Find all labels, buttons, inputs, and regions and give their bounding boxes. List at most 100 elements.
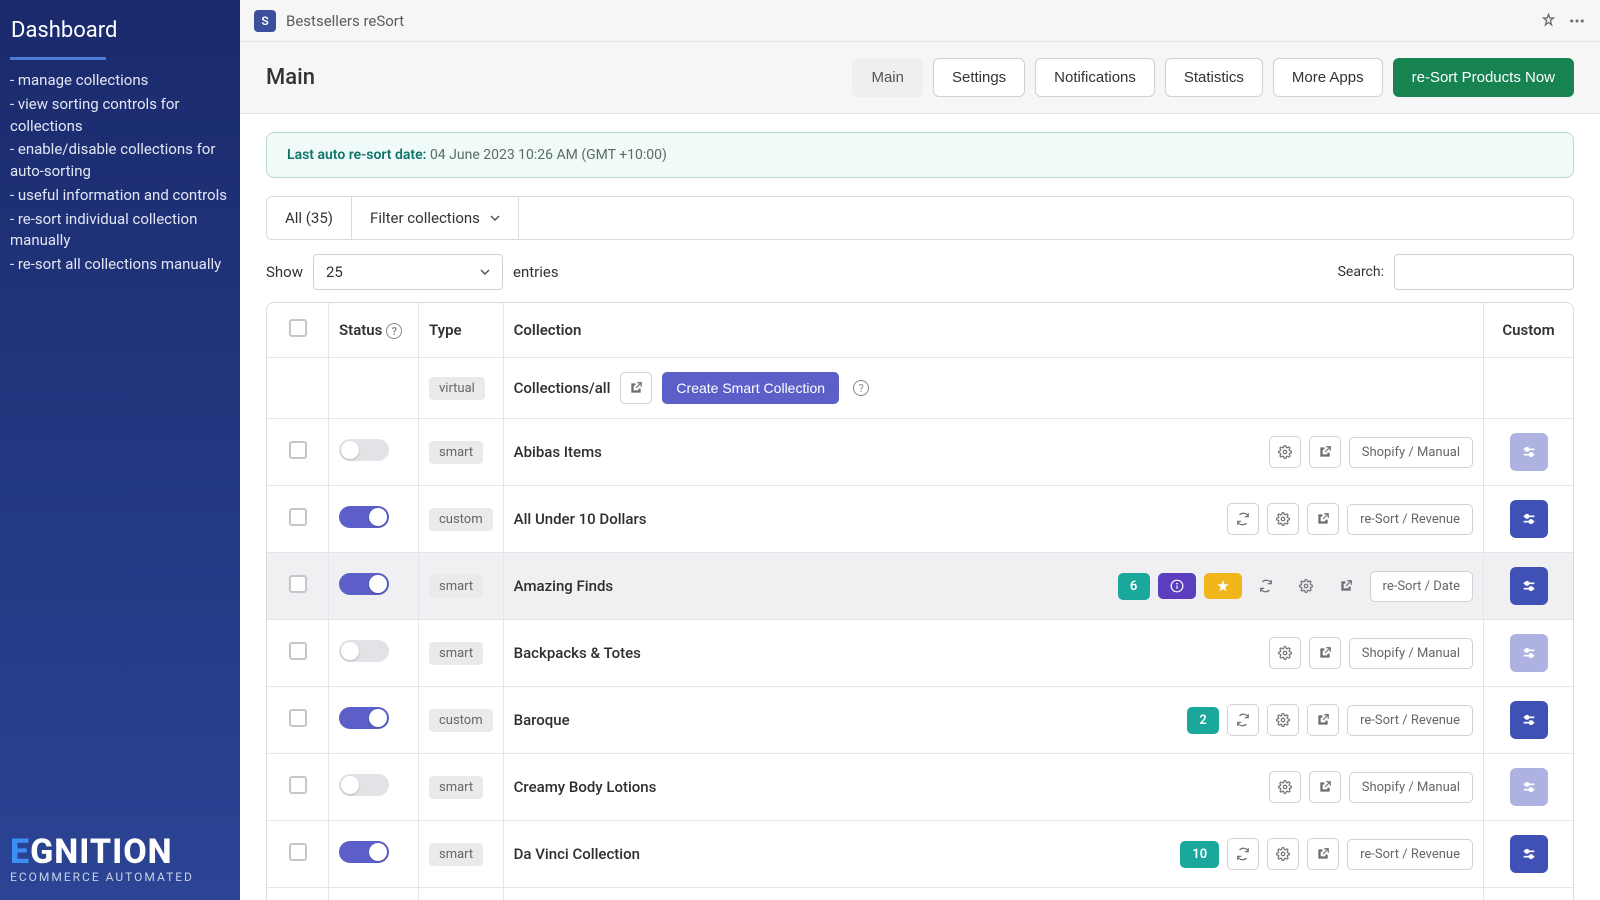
gear-icon[interactable] xyxy=(1267,503,1299,535)
banner-date: 04 June 2023 10:26 AM (GMT +10:00) xyxy=(430,147,667,163)
type-tag: smart xyxy=(429,441,483,464)
sidebar: Dashboard - manage collections- view sor… xyxy=(0,0,240,900)
sort-tag: re-Sort / Date xyxy=(1370,571,1473,602)
badge[interactable] xyxy=(1158,573,1196,599)
banner-label: Last auto re-sort date: xyxy=(287,147,426,163)
gear-icon[interactable] xyxy=(1269,436,1301,468)
tab-statistics[interactable]: Statistics xyxy=(1165,58,1263,97)
app-icon: S xyxy=(254,10,276,32)
resort-now-button[interactable]: re-Sort Products Now xyxy=(1393,58,1574,97)
table-row: smart Amazing Finds 6 re-Sort / Date xyxy=(267,553,1573,620)
table-row: smart Da Vinci Collection 10 re-Sort / R… xyxy=(267,821,1573,888)
custom-settings-button[interactable] xyxy=(1510,768,1548,806)
collection-name: Creamy Body Lotions xyxy=(514,778,657,796)
row-checkbox[interactable] xyxy=(289,709,307,727)
sidebar-item[interactable]: - view sorting controls for collections xyxy=(10,94,230,138)
sort-tag: Shopify / Manual xyxy=(1349,437,1473,468)
row-checkbox[interactable] xyxy=(289,642,307,660)
badge[interactable] xyxy=(1204,573,1242,599)
custom-settings-button[interactable] xyxy=(1510,500,1548,538)
pin-icon[interactable] xyxy=(1541,13,1556,28)
badge[interactable]: 6 xyxy=(1118,573,1150,600)
search-input[interactable] xyxy=(1394,254,1574,290)
badge[interactable]: 2 xyxy=(1187,707,1219,734)
gear-icon[interactable] xyxy=(1267,838,1299,870)
refresh-icon[interactable] xyxy=(1227,838,1259,870)
open-external-icon[interactable] xyxy=(1307,704,1339,736)
filter-collections-dropdown[interactable]: Filter collections xyxy=(352,196,519,240)
custom-settings-button[interactable] xyxy=(1510,835,1548,873)
header-bar: Main Main Settings Notifications Statist… xyxy=(240,42,1600,114)
sidebar-item[interactable]: - manage collections xyxy=(10,70,230,92)
sidebar-item[interactable]: - useful information and controls xyxy=(10,185,230,207)
entries-label: entries xyxy=(513,263,559,281)
app-title: Bestsellers reSort xyxy=(286,12,404,30)
tab-main[interactable]: Main xyxy=(852,58,923,97)
tab-settings[interactable]: Settings xyxy=(933,58,1025,97)
open-external-icon[interactable] xyxy=(1309,637,1341,669)
page-size-select[interactable]: 25 xyxy=(313,254,503,290)
row-checkbox[interactable] xyxy=(289,776,307,794)
open-external-icon[interactable] xyxy=(1307,503,1339,535)
help-icon[interactable]: ? xyxy=(853,380,869,396)
status-toggle[interactable] xyxy=(339,841,389,863)
row-checkbox[interactable] xyxy=(289,508,307,526)
type-tag: custom xyxy=(429,709,493,732)
collection-name: Da Vinci Collection xyxy=(514,845,640,863)
gear-icon[interactable] xyxy=(1267,704,1299,736)
sort-tag: re-Sort / Revenue xyxy=(1347,839,1473,870)
status-toggle[interactable] xyxy=(339,573,389,595)
create-smart-collection-button[interactable]: Create Smart Collection xyxy=(662,372,839,404)
open-external-icon[interactable] xyxy=(1309,436,1341,468)
refresh-icon[interactable] xyxy=(1227,503,1259,535)
type-tag: smart xyxy=(429,642,483,665)
table-row: smart Abibas Items Shopify / Manual xyxy=(267,419,1573,486)
sidebar-item[interactable]: - re-sort all collections manually xyxy=(10,254,230,276)
gear-icon[interactable] xyxy=(1290,570,1322,602)
table-row-virtual: virtual Collections/all Create Smart Col… xyxy=(267,358,1573,419)
topbar: S Bestsellers reSort xyxy=(240,0,1600,42)
col-type: Type xyxy=(419,303,504,358)
open-external-icon[interactable] xyxy=(1307,838,1339,870)
open-external-icon[interactable] xyxy=(620,372,652,404)
collections-table: Status? Type Collection Custom virtual C… xyxy=(266,302,1574,900)
collection-name: Collections/all xyxy=(514,379,611,397)
row-checkbox[interactable] xyxy=(289,575,307,593)
filter-all[interactable]: All (35) xyxy=(266,196,352,240)
refresh-icon[interactable] xyxy=(1250,570,1282,602)
collection-name: Baroque xyxy=(514,711,570,729)
sidebar-divider xyxy=(10,57,106,60)
custom-settings-button[interactable] xyxy=(1510,567,1548,605)
sidebar-title: Dashboard xyxy=(10,18,230,43)
resort-banner: Last auto re-sort date: 04 June 2023 10:… xyxy=(266,132,1574,178)
open-external-icon[interactable] xyxy=(1309,771,1341,803)
status-toggle[interactable] xyxy=(339,640,389,662)
badge[interactable]: 10 xyxy=(1180,841,1219,868)
gear-icon[interactable] xyxy=(1269,637,1301,669)
table-row: smart Diamond Rings Shopify / Manual xyxy=(267,888,1573,900)
open-external-icon[interactable] xyxy=(1330,570,1362,602)
custom-settings-button[interactable] xyxy=(1510,634,1548,672)
help-icon[interactable]: ? xyxy=(386,323,402,339)
sidebar-item[interactable]: - enable/disable collections for auto-so… xyxy=(10,139,230,183)
row-checkbox[interactable] xyxy=(289,843,307,861)
search-label: Search: xyxy=(1338,264,1384,280)
status-toggle[interactable] xyxy=(339,506,389,528)
custom-settings-button[interactable] xyxy=(1510,701,1548,739)
tab-more-apps[interactable]: More Apps xyxy=(1273,58,1383,97)
gear-icon[interactable] xyxy=(1269,771,1301,803)
row-checkbox[interactable] xyxy=(289,441,307,459)
status-toggle[interactable] xyxy=(339,774,389,796)
refresh-icon[interactable] xyxy=(1227,704,1259,736)
sidebar-item[interactable]: - re-sort individual collection manually xyxy=(10,209,230,253)
col-custom: Custom xyxy=(1483,303,1573,358)
custom-settings-button[interactable] xyxy=(1510,433,1548,471)
table-row: smart Creamy Body Lotions Shopify / Manu… xyxy=(267,754,1573,821)
select-all-checkbox[interactable] xyxy=(289,319,307,337)
status-toggle[interactable] xyxy=(339,707,389,729)
more-icon[interactable] xyxy=(1568,12,1586,30)
table-row: custom All Under 10 Dollars re-Sort / Re… xyxy=(267,486,1573,553)
tab-notifications[interactable]: Notifications xyxy=(1035,58,1155,97)
status-toggle[interactable] xyxy=(339,439,389,461)
filter-label: Filter collections xyxy=(370,209,480,227)
